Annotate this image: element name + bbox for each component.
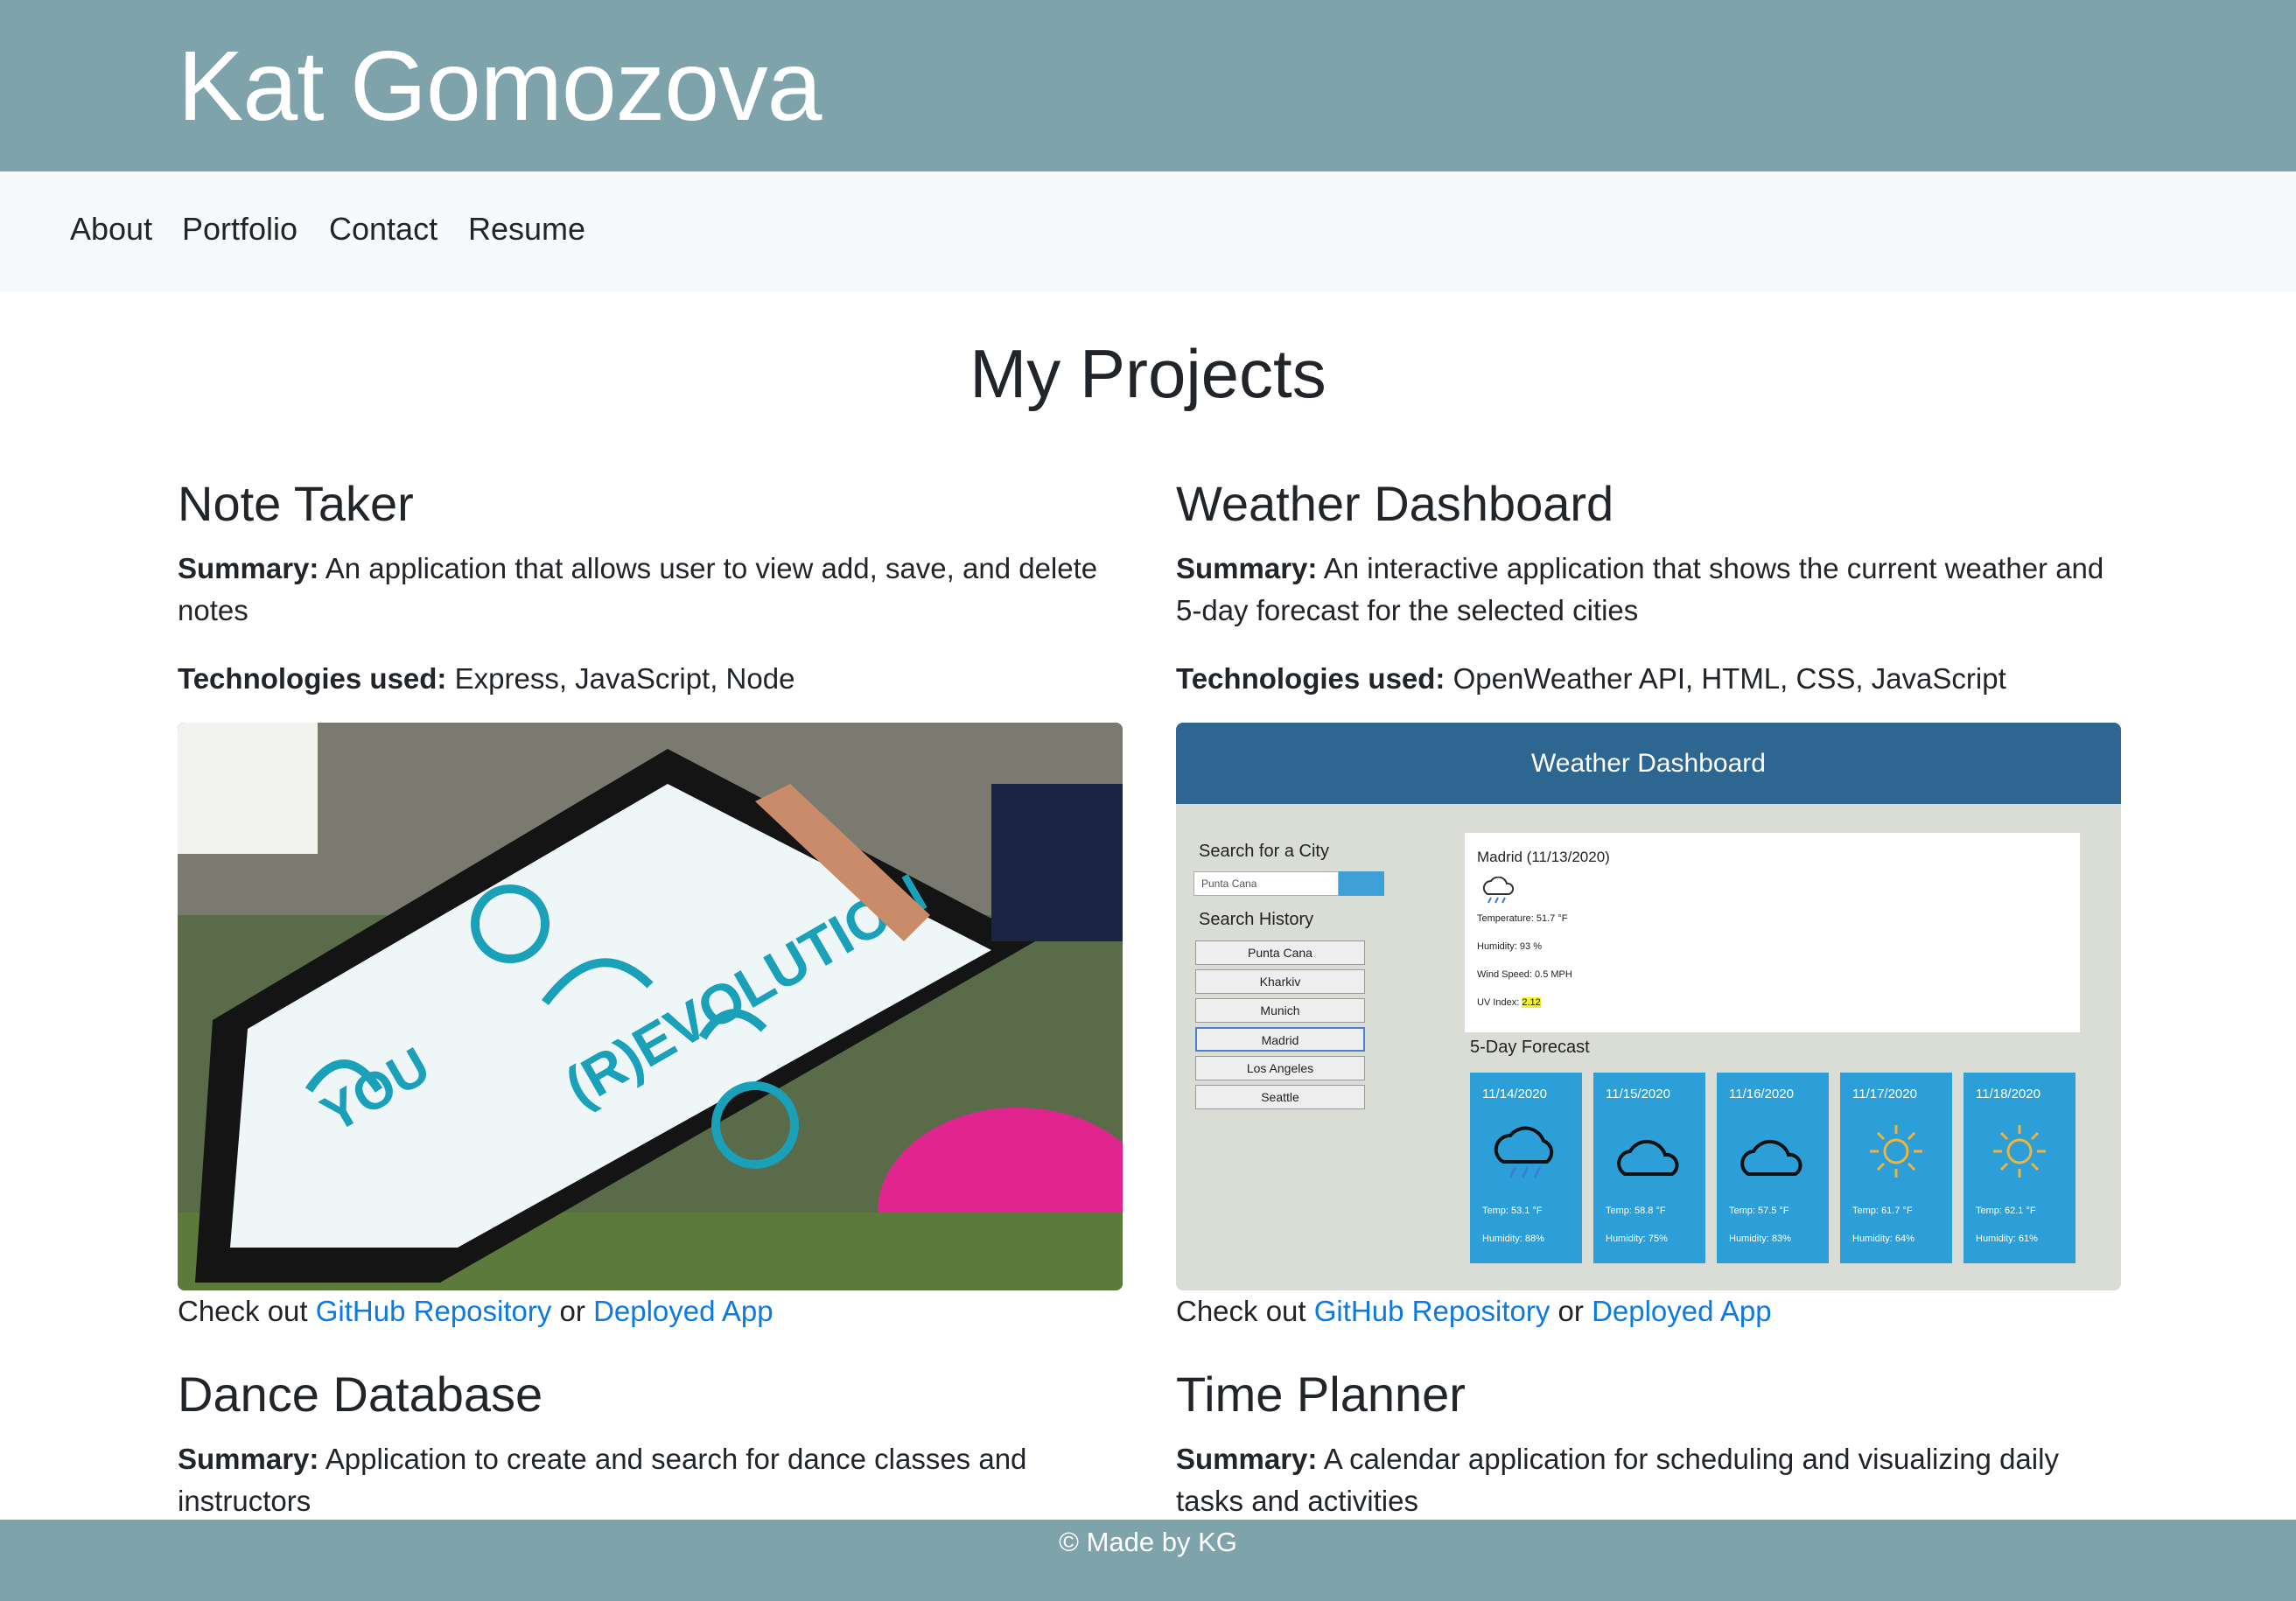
history-item: Kharkiv	[1195, 969, 1365, 994]
project-links: Check out GitHub Repository or Deployed …	[1176, 1290, 2121, 1332]
uv-badge: 2.12	[1522, 997, 1541, 1008]
links-or: or	[559, 1295, 585, 1327]
current-temperature: Temperature: 51.7 °F	[1477, 913, 1568, 924]
links-prefix: Check out	[1176, 1295, 1306, 1327]
history-item: Madrid	[1195, 1027, 1365, 1052]
forecast-temp: Temp: 58.8 °F	[1606, 1206, 1666, 1216]
current-wind: Wind Speed: 0.5 MPH	[1477, 969, 1572, 980]
nav-contact[interactable]: Contact	[329, 213, 438, 245]
sun-icon	[1870, 1125, 1922, 1178]
project-summary: Summary: An application that allows user…	[178, 548, 1123, 632]
project-title: Note Taker	[178, 476, 414, 531]
history-item: Seattle	[1195, 1085, 1365, 1109]
forecast-humidity: Humidity: 83%	[1729, 1234, 1791, 1244]
forecast-temp: Temp: 53.1 °F	[1482, 1206, 1543, 1216]
cloud-icon	[1740, 1139, 1802, 1176]
project-title: Weather Dashboard	[1176, 476, 1614, 531]
weather-preview-title: Weather Dashboard	[1176, 723, 2121, 804]
project-summary: Summary: An interactive application that…	[1176, 548, 2121, 632]
history-item: Munich	[1195, 998, 1365, 1023]
forecast-date: 11/17/2020	[1852, 1087, 1917, 1101]
tablet-drawing-image: YOU (R)EVOLUTION	[178, 723, 1123, 1290]
site-footer: © Made by KG	[0, 1520, 2296, 1601]
project-summary: Summary: Application to create and searc…	[178, 1438, 1123, 1522]
links-or: or	[1558, 1295, 1584, 1327]
nav-resume[interactable]: Resume	[468, 213, 585, 245]
forecast-card: 11/16/2020 Temp: 57.5 °F Humidity: 83%	[1717, 1073, 1829, 1263]
forecast-card: 11/15/2020 Temp: 58.8 °F Humidity: 75%	[1593, 1073, 1705, 1263]
footer-text: © Made by KG	[1059, 1527, 1237, 1557]
project-card-note-taker: Note Taker Summary: An application that …	[178, 479, 1123, 1332]
tech-text: Express, JavaScript, Node	[454, 662, 795, 695]
tech-text: OpenWeather API, HTML, CSS, JavaScript	[1452, 662, 2006, 695]
project-screenshot: Weather Dashboard Search for a City Punt…	[1176, 723, 2121, 1290]
deployed-app-link[interactable]: Deployed App	[593, 1295, 774, 1327]
forecast-card: 11/17/2020 Temp: 61.7 °F Humidity: 64%	[1840, 1073, 1952, 1263]
rain-cloud-icon	[1494, 1126, 1554, 1178]
page-title: My Projects	[970, 335, 1326, 412]
forecast-humidity: Humidity: 61%	[1976, 1234, 2038, 1244]
project-links: Check out GitHub Repository or Deployed …	[178, 1290, 1123, 1332]
project-card-weather-dashboard: Weather Dashboard Summary: An interactiv…	[1176, 479, 2121, 1332]
project-title: Time Planner	[1176, 1367, 1466, 1422]
project-screenshot: YOU (R)EVOLUTION	[178, 723, 1123, 1290]
history-label: Search History	[1199, 910, 1314, 929]
sun-icon	[1993, 1125, 2046, 1178]
search-label: Search for a City	[1199, 842, 1329, 861]
history-item: Punta Cana	[1195, 940, 1365, 965]
summary-label: Summary:	[178, 1443, 319, 1475]
nav-portfolio[interactable]: Portfolio	[182, 213, 298, 245]
current-humidity: Humidity: 93 %	[1477, 941, 1542, 952]
forecast-card: 11/18/2020 Temp: 62.1 °F Humidity: 61%	[1964, 1073, 2076, 1263]
github-repo-link[interactable]: GitHub Repository	[316, 1295, 552, 1327]
top-nav: About Portfolio Contact Resume	[0, 171, 2296, 292]
weather-dashboard-preview: Weather Dashboard Search for a City Punt…	[1176, 723, 2121, 1290]
forecast-date: 11/14/2020	[1482, 1087, 1547, 1101]
summary-label: Summary:	[1176, 1443, 1318, 1475]
project-summary: Summary: A calendar application for sche…	[1176, 1438, 2121, 1522]
forecast-humidity: Humidity: 88%	[1482, 1234, 1544, 1244]
search-button	[1339, 871, 1384, 896]
forecast-date: 11/18/2020	[1976, 1087, 2040, 1101]
nav-about[interactable]: About	[70, 213, 152, 245]
current-uv: UV Index: 2.12	[1477, 997, 1541, 1008]
project-title: Dance Database	[178, 1367, 543, 1422]
tech-label: Technologies used:	[178, 662, 447, 695]
history-item: Los Angeles	[1195, 1056, 1365, 1080]
project-technologies: Technologies used: OpenWeather API, HTML…	[1176, 658, 2121, 700]
rain-cloud-icon	[1482, 877, 1515, 904]
cloud-icon	[1617, 1139, 1679, 1176]
forecast-humidity: Humidity: 64%	[1852, 1234, 1914, 1244]
forecast-humidity: Humidity: 75%	[1606, 1234, 1668, 1244]
forecast-date: 11/15/2020	[1606, 1087, 1670, 1101]
github-repo-link[interactable]: GitHub Repository	[1314, 1295, 1550, 1327]
project-card-dance-database: Dance Database Summary: Application to c…	[178, 1370, 1123, 1522]
tech-label: Technologies used:	[1176, 662, 1446, 695]
project-technologies: Technologies used: Express, JavaScript, …	[178, 658, 1123, 700]
summary-label: Summary:	[178, 552, 319, 584]
deployed-app-link[interactable]: Deployed App	[1592, 1295, 1772, 1327]
project-card-time-planner: Time Planner Summary: A calendar applica…	[1176, 1370, 2121, 1522]
search-input: Punta Cana	[1194, 871, 1339, 896]
summary-label: Summary:	[1176, 552, 1318, 584]
forecast-temp: Temp: 57.5 °F	[1729, 1206, 1789, 1216]
site-header: Kat Gomozova	[0, 0, 2296, 171]
current-weather-panel: Madrid (11/13/2020) Temperature: 51.7 °F…	[1465, 833, 2080, 1032]
links-prefix: Check out	[178, 1295, 308, 1327]
site-title: Kat Gomozova	[178, 31, 822, 141]
forecast-label: 5-Day Forecast	[1470, 1038, 1590, 1057]
current-city: Madrid (11/13/2020)	[1477, 849, 1610, 865]
forecast-date: 11/16/2020	[1729, 1087, 1794, 1101]
forecast-card: 11/14/2020 Temp: 53.1 °F Humidity: 88%	[1470, 1073, 1582, 1263]
forecast-temp: Temp: 62.1 °F	[1976, 1206, 2036, 1216]
forecast-temp: Temp: 61.7 °F	[1852, 1206, 1913, 1216]
